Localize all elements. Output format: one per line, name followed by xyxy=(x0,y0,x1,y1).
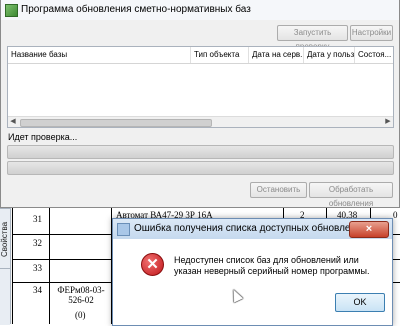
stop-button[interactable]: Остановить xyxy=(250,182,307,198)
error-message: Недоступен список баз для обновлений или… xyxy=(174,255,370,276)
grid-header: Название базы Тип объекта Дата на серв..… xyxy=(8,47,393,64)
row-number: 34 xyxy=(33,285,42,295)
close-icon[interactable]: × xyxy=(349,221,389,238)
side-tab-properties[interactable]: Свойства стоимо xyxy=(0,208,10,269)
progress-bar-current xyxy=(7,161,394,175)
scroll-left-icon[interactable]: ◀ xyxy=(8,117,18,127)
databases-grid[interactable]: Название базы Тип объекта Дата на серв..… xyxy=(7,46,394,128)
row-number: 32 xyxy=(33,238,42,248)
status-text: Идет проверка... xyxy=(8,132,78,142)
row-extra: 0 xyxy=(393,210,398,220)
column-header-type[interactable]: Тип объекта xyxy=(191,47,249,63)
column-header-user-date[interactable]: Дата у пользо... xyxy=(304,47,355,63)
scrollbar-thumb[interactable] xyxy=(20,119,212,127)
side-tab[interactable] xyxy=(0,268,10,325)
dialog-icon xyxy=(117,223,130,236)
dialog-titlebar[interactable]: Ошибка получения списка доступных обновл… xyxy=(113,219,392,239)
progress-bar-overall xyxy=(7,145,394,159)
window-title: Программа обновления сметно-нормативных … xyxy=(21,4,251,15)
row-code-suffix: (0) xyxy=(75,310,86,320)
window-titlebar[interactable]: Программа обновления сметно-нормативных … xyxy=(1,0,399,20)
update-button[interactable]: Обработать обновления xyxy=(309,182,393,208)
column-header-name[interactable]: Название базы xyxy=(8,47,191,63)
error-icon: ✕ xyxy=(141,253,164,276)
updater-window: Программа обновления сметно-нормативных … xyxy=(0,0,400,208)
side-panel-strip: Свойства стоимо xyxy=(0,208,11,325)
app-icon xyxy=(5,4,18,17)
horizontal-scrollbar[interactable]: ◀ ▶ xyxy=(8,116,393,127)
dialog-body xyxy=(113,239,392,325)
dialog-title: Ошибка получения списка доступных обновл… xyxy=(134,223,368,234)
settings-button[interactable]: Настройки xyxy=(350,25,393,41)
scroll-right-icon[interactable]: ▶ xyxy=(383,117,393,127)
column-header-status[interactable]: Состоя... xyxy=(355,47,393,63)
column-header-server-date[interactable]: Дата на серв... xyxy=(249,47,304,63)
error-dialog: Ошибка получения списка доступных обновл… xyxy=(112,218,393,326)
run-check-button[interactable]: Запустить проверку xyxy=(277,25,348,51)
row-number: 33 xyxy=(33,263,42,273)
row-code: ФЕРм08-03-526-02 xyxy=(57,285,105,305)
row-number: 31 xyxy=(33,214,42,224)
ok-button[interactable]: OK xyxy=(335,293,385,312)
